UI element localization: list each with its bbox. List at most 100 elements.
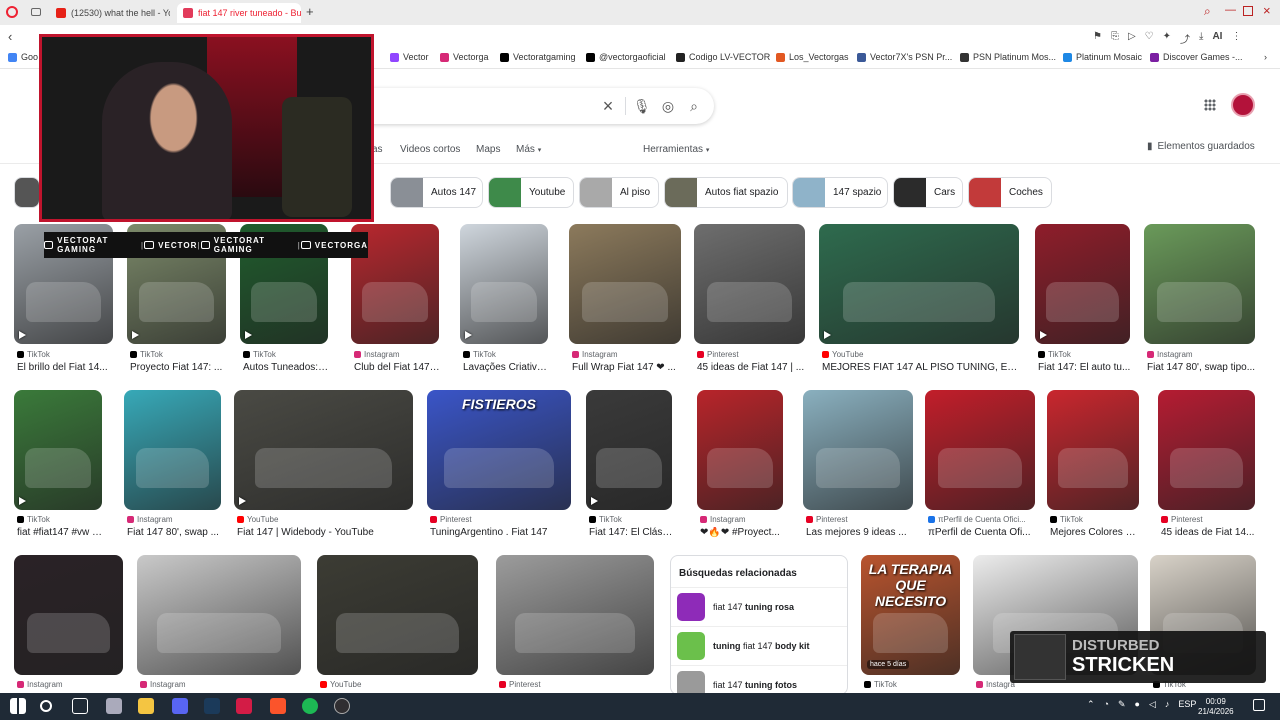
result-caption[interactable]: 45 ideas de Fiat 14... [1161,527,1256,538]
obs-icon[interactable] [334,698,350,714]
chip-partial[interactable] [14,177,40,208]
chip-147-spazio[interactable]: 147 spazio [792,177,888,208]
apps-grid-icon[interactable] [1204,99,1216,111]
related-search-item[interactable]: fiat 147 tuning fotos [671,665,847,694]
voice-search-icon[interactable]: 🎙 [633,98,651,114]
bookmark-item[interactable]: Platinum Mosaic [1063,52,1142,62]
opera-menu-icon[interactable] [6,6,18,18]
chip-autos-147[interactable]: Autos 147 [390,177,483,208]
network-icon[interactable]: ◔ [1104,699,1109,710]
image-result[interactable] [1047,390,1139,510]
chip-cars[interactable]: Cars [893,177,963,208]
lens-search-icon[interactable]: ◎ [660,98,676,114]
image-result[interactable] [1035,224,1130,344]
steam-icon[interactable] [204,698,220,714]
bookmark-item[interactable]: Codigo LV-VECTOR [676,52,770,62]
nav-tab-more[interactable]: Más ▾ [516,144,541,155]
maximize-button[interactable] [1243,6,1253,16]
image-result[interactable] [137,555,301,675]
chevron-up-icon[interactable]: ⌃ [1087,699,1095,710]
image-result[interactable] [586,390,672,510]
image-result[interactable] [569,224,681,344]
result-caption[interactable]: Las mejores 9 ideas ... [806,527,914,538]
discord-icon[interactable] [172,698,188,714]
result-caption[interactable]: Club del Fiat 147 d... [354,362,440,373]
tab-google-search[interactable]: fiat 147 river tuneado - Bu [177,3,301,23]
result-caption[interactable]: ❤🔥❤ #Proyect... [700,527,784,538]
image-result[interactable]: FISTIEROS [427,390,571,510]
image-result[interactable] [694,224,805,344]
result-caption[interactable]: Autos Tuneados: F... [243,362,329,373]
result-caption[interactable]: Fiat 147 | Widebody - YouTube [237,527,414,538]
result-caption[interactable]: Mejores Colores Fi... [1050,527,1140,538]
image-result[interactable] [234,390,413,510]
speaker-icon[interactable]: ◁ [1149,699,1156,710]
lang-label[interactable]: ESP [1178,699,1196,710]
image-result[interactable]: LA TERAPIA QUE NECESITO hace 5 días [861,555,960,675]
new-tab-button[interactable]: + [306,4,314,19]
bookmark-icon[interactable]: ⚑ [1093,31,1102,46]
result-caption[interactable]: Full Wrap Fiat 147 ❤ ... [572,362,682,373]
result-caption[interactable]: Proyecto Fiat 147: ... [130,362,227,373]
ai-button[interactable]: AI [1212,31,1222,46]
extension-icons[interactable]: ⚑ ⎘ ▷ ♡ ✦ ⤴ ⤓ AI ⋮ [1093,31,1241,46]
clock[interactable]: 00:09 21/4/2026 [1198,697,1234,717]
bookmark-item[interactable]: PSN Platinum Mos... [960,52,1056,62]
tab-youtube[interactable]: (12530) what the hell - Yo [50,3,170,23]
image-result[interactable] [925,390,1035,510]
related-search-item[interactable]: tuning fiat 147 body kit [671,626,847,665]
search-icon[interactable] [40,700,52,712]
microphone-icon[interactable]: ● [1135,699,1140,710]
tools-button[interactable]: Herramientas ▾ [643,144,709,155]
clear-search-icon[interactable]: × [600,97,616,115]
workspaces-icon[interactable] [31,8,41,16]
search-box[interactable]: × 🎙 ◎ ⌕ [370,88,714,124]
chip-youtube[interactable]: Youtube [488,177,574,208]
result-caption[interactable]: Fiat 147 80', swap tipo... [1147,362,1256,373]
result-caption[interactable]: Fiat 147 80', swap ... [127,527,222,538]
image-result[interactable] [460,224,548,344]
chip-autos-fiat-spazio[interactable]: Autos fiat spazio [664,177,788,208]
result-caption[interactable]: TuningArgentino . Fiat 147 [430,527,572,538]
bookmark-item[interactable]: Los_Vectorgas [776,52,849,62]
spotify-icon[interactable] [302,698,318,714]
bookmark-item[interactable]: Vectoratgaming [500,52,576,62]
opera-gx-icon[interactable] [236,698,252,714]
result-caption[interactable]: El brillo del Fiat 14... [17,362,114,373]
snapshot-icon[interactable]: ⎘ [1111,31,1119,46]
image-result[interactable] [124,390,221,510]
tray-icons[interactable]: ⌃ ◔ ✎ ● ◁ ♪ ESP [1087,699,1196,710]
result-caption[interactable]: 45 ideas de Fiat 147 | ... [697,362,806,373]
chip-coches[interactable]: Coches [968,177,1052,208]
chip-al-piso[interactable]: Al piso [579,177,659,208]
search-icon[interactable]: ⌕ [686,98,702,114]
play-icon[interactable]: ▷ [1128,31,1136,46]
download-icon[interactable]: ⤓ [1199,31,1203,46]
minimize-button[interactable]: — [1225,4,1236,16]
image-result[interactable] [803,390,913,510]
extensions-icon[interactable]: ✦ [1163,31,1171,46]
image-result[interactable] [496,555,654,675]
avatar[interactable] [1231,93,1255,117]
windows-start-icon[interactable] [10,698,26,714]
result-caption[interactable]: Fiat 147: El Clásic... [589,527,673,538]
saved-items-link[interactable]: ▮ Elementos guardados [1147,141,1255,152]
volume-icon[interactable]: ♪ [1165,699,1170,710]
image-result[interactable] [697,390,783,510]
bookmark-item[interactable]: Discover Games -... [1150,52,1243,62]
file-explorer-icon[interactable] [106,698,122,714]
result-caption[interactable]: Lavações Criativas... [463,362,549,373]
bookmark-item[interactable]: Goo [8,52,38,62]
share-icon[interactable]: ⤴ [1180,31,1190,46]
image-result[interactable] [1144,224,1255,344]
bookmark-item[interactable]: Vector [390,52,429,62]
brave-icon[interactable] [270,698,286,714]
related-search-item[interactable]: fiat 147 tuning rosa [671,587,847,626]
bookmarks-more-icon[interactable]: › [1264,52,1267,62]
back-button[interactable]: ‹ [8,29,12,44]
search-tabs-icon[interactable]: ⌕ [1204,4,1211,19]
result-caption[interactable]: Fiat 147: El auto tu... [1038,362,1131,373]
notification-icon[interactable] [1253,699,1265,711]
task-view-icon[interactable] [72,698,88,714]
bookmark-item[interactable]: @vectorgaoficial [586,52,666,62]
